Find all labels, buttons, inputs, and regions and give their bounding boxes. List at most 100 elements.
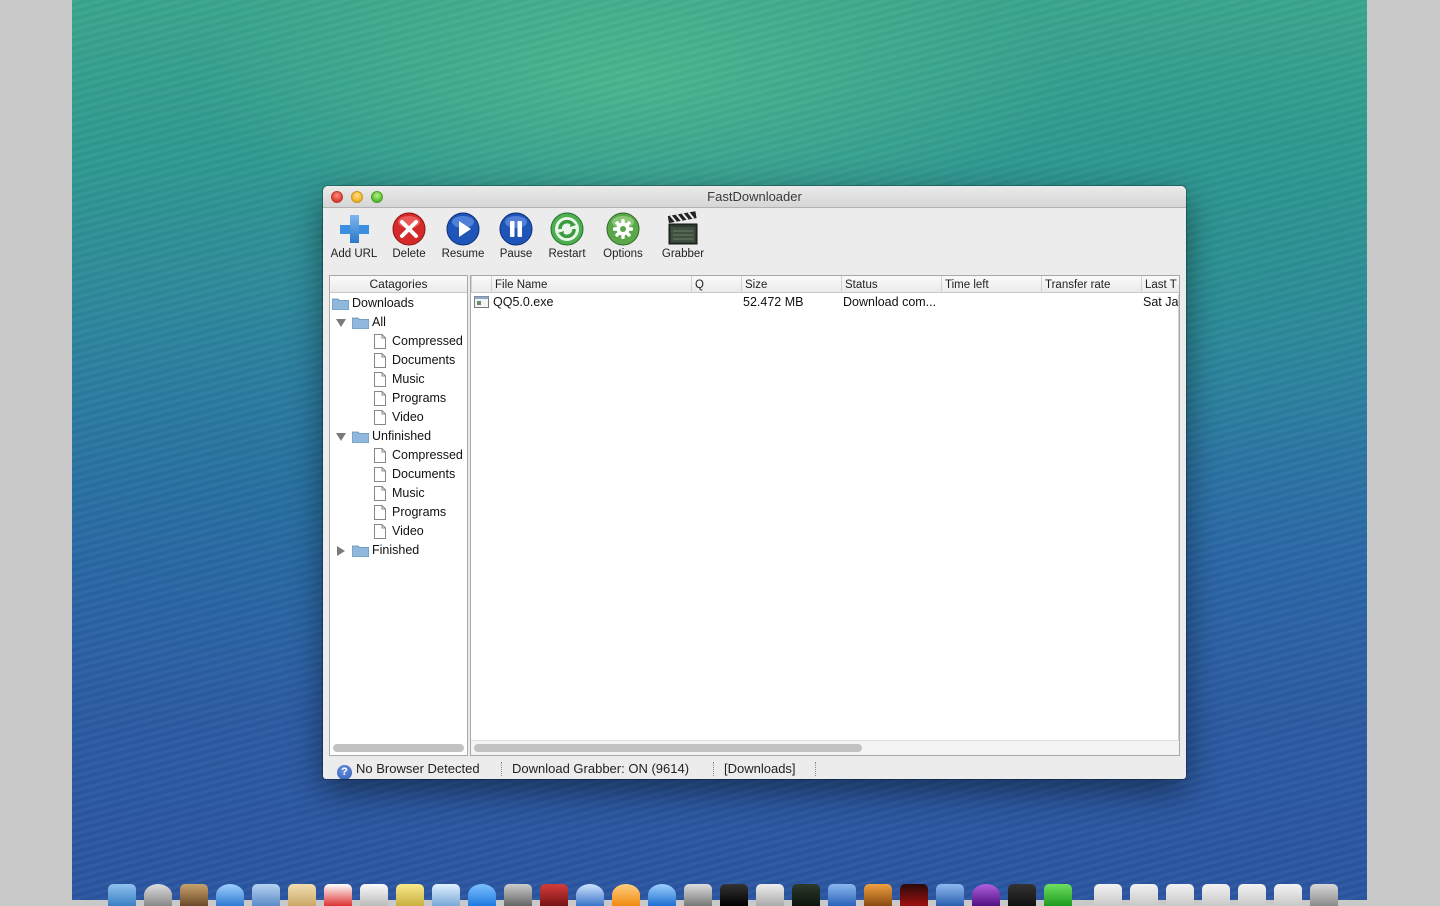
app-dock-icon[interactable] — [972, 884, 1000, 906]
table-row[interactable]: QQ5.0.exe 52.472 MB Download com... Sat … — [471, 293, 1179, 312]
tree-item-unfinished[interactable]: Unfinished — [332, 427, 465, 446]
folder-icon — [352, 431, 369, 443]
document-icon — [374, 486, 386, 501]
browser-status: ? No Browser Detected — [337, 760, 480, 779]
app-window: FastDownloader Add URL Delete Resume Pau… — [323, 186, 1186, 779]
sublime-dock-icon[interactable] — [864, 884, 892, 906]
messages-dock-icon[interactable] — [468, 884, 496, 906]
add-url-button[interactable]: Add URL — [328, 211, 380, 260]
facetime-dock-icon[interactable] — [504, 884, 532, 906]
column-header-time-left[interactable]: Time left — [941, 276, 1041, 293]
tree-item-unfinished-programs[interactable]: Programs — [332, 503, 465, 522]
preview-dock-icon[interactable] — [432, 884, 460, 906]
terminal-dock-icon[interactable] — [720, 884, 748, 906]
tree-item-all-video[interactable]: Video — [332, 408, 465, 427]
help-icon[interactable]: ? — [337, 765, 352, 779]
tree-label: Documents — [392, 353, 456, 367]
tree-item-all-music[interactable]: Music — [332, 370, 465, 389]
app-dock-icon[interactable] — [180, 884, 208, 906]
itunes-dock-icon[interactable] — [576, 884, 604, 906]
grabber-status: Download Grabber: ON (9614) — [512, 761, 690, 776]
system-preferences-dock-icon[interactable] — [684, 884, 712, 906]
activity-monitor-dock-icon[interactable] — [792, 884, 820, 906]
numbers-dock-icon[interactable] — [1044, 884, 1072, 906]
column-header-file-name[interactable]: File Name — [491, 276, 691, 293]
app-dock-icon[interactable] — [756, 884, 784, 906]
column-header-last[interactable]: Last T — [1141, 276, 1179, 293]
column-header-status[interactable]: Status — [841, 276, 941, 293]
play-icon — [446, 212, 480, 246]
window-dock-thumbnail[interactable] — [1274, 884, 1302, 906]
tree-item-all[interactable]: All — [332, 313, 465, 332]
photobooth-dock-icon[interactable] — [540, 884, 568, 906]
column-header-size[interactable]: Size — [741, 276, 841, 293]
tree-item-unfinished-music[interactable]: Music — [332, 484, 465, 503]
tree-label: Video — [392, 410, 424, 424]
tree-item-unfinished-compressed[interactable]: Compressed — [332, 446, 465, 465]
finder-dock-icon[interactable] — [108, 884, 136, 906]
disclosure-triangle-icon[interactable] — [336, 319, 346, 327]
column-header-icon[interactable] — [471, 276, 491, 293]
categories-horizontal-scrollbar[interactable] — [333, 744, 464, 752]
tree-item-unfinished-video[interactable]: Video — [332, 522, 465, 541]
window-dock-thumbnail[interactable] — [1130, 884, 1158, 906]
app-store-dock-icon[interactable] — [648, 884, 676, 906]
table-horizontal-scrollbar-thumb[interactable] — [474, 744, 862, 752]
column-header-transfer-rate[interactable]: Transfer rate — [1041, 276, 1141, 293]
resume-label: Resume — [441, 248, 485, 260]
tree-item-finished[interactable]: Finished — [332, 541, 465, 560]
pause-button[interactable]: Pause — [495, 211, 537, 260]
app-dock-icon[interactable] — [936, 884, 964, 906]
column-header-q[interactable]: Q — [691, 276, 741, 293]
console-dock-icon[interactable] — [1008, 884, 1036, 906]
flash-dock-icon[interactable] — [900, 884, 928, 906]
xcode-dock-icon[interactable] — [828, 884, 856, 906]
trash-dock-icon[interactable] — [1310, 884, 1338, 906]
tree-item-unfinished-documents[interactable]: Documents — [332, 465, 465, 484]
dock — [100, 884, 1340, 906]
gear-icon — [606, 212, 640, 246]
document-icon — [374, 391, 386, 406]
title-bar[interactable]: FastDownloader — [323, 186, 1186, 208]
restart-icon — [550, 212, 584, 246]
toolbar: Add URL Delete Resume Pause Restart Opti… — [323, 209, 1186, 269]
options-label: Options — [603, 248, 643, 260]
delete-label: Delete — [392, 248, 426, 260]
delete-button[interactable]: Delete — [387, 211, 431, 260]
tree-label: Video — [392, 524, 424, 538]
folder-icon — [352, 545, 369, 557]
tree-label: All — [372, 315, 386, 329]
calendar-dock-icon[interactable] — [324, 884, 352, 906]
contacts-dock-icon[interactable] — [288, 884, 316, 906]
window-dock-thumbnail[interactable] — [1238, 884, 1266, 906]
document-icon — [374, 467, 386, 482]
disclosure-triangle-icon[interactable] — [336, 433, 346, 441]
documents-stack-dock-icon[interactable] — [1094, 884, 1122, 906]
tree-label: Compressed — [392, 448, 463, 462]
notes-dock-icon[interactable] — [396, 884, 424, 906]
window-dock-thumbnail[interactable] — [1202, 884, 1230, 906]
window-dock-thumbnail[interactable] — [1166, 884, 1194, 906]
status-separator — [815, 762, 816, 776]
browser-status-text: No Browser Detected — [356, 761, 480, 776]
options-button[interactable]: Options — [599, 211, 647, 260]
safari-dock-icon[interactable] — [216, 884, 244, 906]
document-icon — [374, 353, 386, 368]
resume-button[interactable]: Resume — [439, 211, 487, 260]
tree-label: Music — [392, 372, 425, 386]
ibooks-dock-icon[interactable] — [612, 884, 640, 906]
launchpad-dock-icon[interactable] — [144, 884, 172, 906]
tree-item-all-programs[interactable]: Programs — [332, 389, 465, 408]
reminders-dock-icon[interactable] — [360, 884, 388, 906]
clapperboard-icon — [667, 211, 698, 245]
cell-status: Download com... — [843, 295, 937, 309]
mail-dock-icon[interactable] — [252, 884, 280, 906]
grabber-button[interactable]: Grabber — [657, 211, 709, 260]
tree-item-downloads[interactable]: Downloads — [332, 294, 465, 313]
disclosure-triangle-icon[interactable] — [337, 546, 345, 556]
cell-last: Sat Jan — [1143, 295, 1179, 309]
tree-item-all-compressed[interactable]: Compressed — [332, 332, 465, 351]
downloads-table: File Name Q Size Status Time left Transf… — [470, 275, 1180, 756]
tree-item-all-documents[interactable]: Documents — [332, 351, 465, 370]
restart-button[interactable]: Restart — [545, 211, 589, 260]
